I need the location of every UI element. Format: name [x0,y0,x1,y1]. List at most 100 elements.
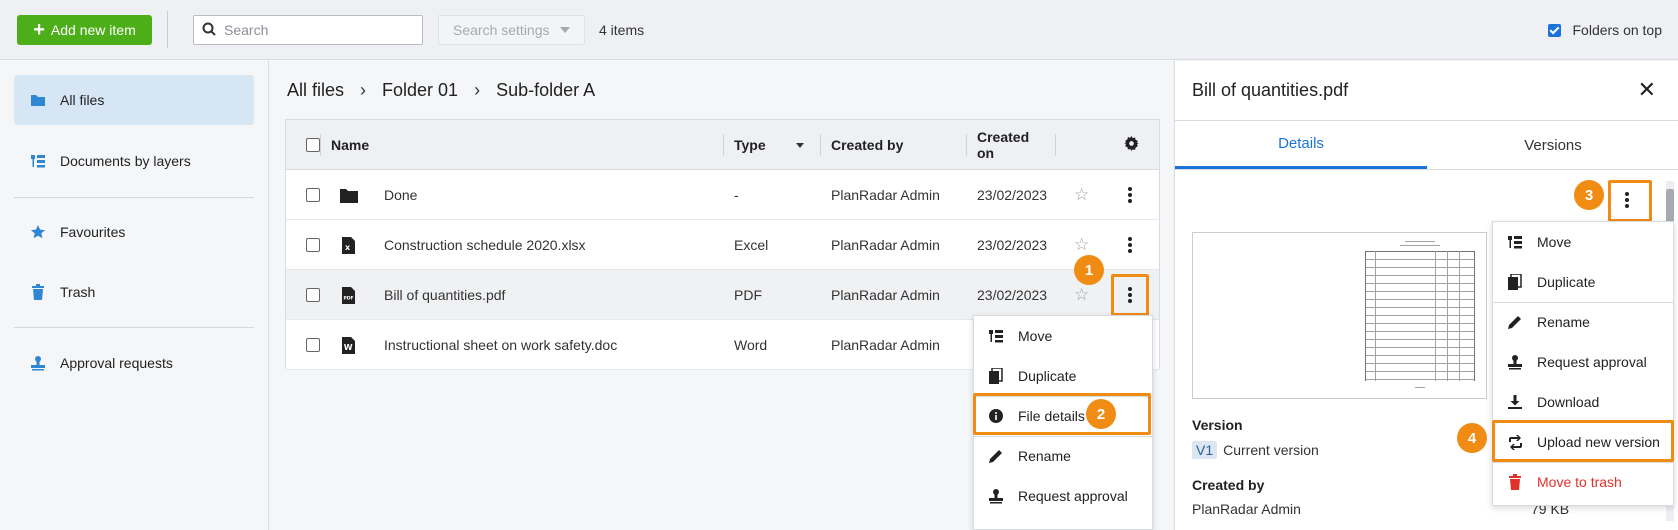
breadcrumb-item[interactable]: Folder 01 [382,80,458,101]
file-name[interactable]: Done [384,170,714,220]
sidebar-item-trash[interactable]: Trash [14,267,254,317]
table-row[interactable]: PDF Bill of quantities.pdf PDF PlanRadar… [286,270,1159,320]
file-created-by: PlanRadar Admin [831,237,940,253]
folders-on-top-label: Folders on top [1572,22,1663,38]
word-file-icon: W [342,320,362,370]
menu-item-download[interactable]: Download [1493,382,1673,422]
row-checkbox[interactable] [306,238,320,252]
pencil-icon [1507,315,1523,329]
sidebar-item-label: All files [60,92,105,108]
search-settings-label: Search settings [453,22,550,38]
file-type: Excel [734,237,769,253]
menu-item-request-approval[interactable]: Request approval [1493,342,1673,382]
row-checkbox[interactable] [306,188,320,202]
file-preview-thumbnail[interactable] [1192,232,1487,399]
sidebar-item-all-files[interactable]: All files [14,75,254,125]
menu-item-label: Duplicate [1537,274,1596,290]
breadcrumb: All files › Folder 01 › Sub-folder A [287,80,595,101]
version-badge: V1 [1192,441,1218,459]
table-row[interactable]: Done - PlanRadar Admin 23/02/2023 ☆ [286,170,1159,220]
row-checkbox-cell [306,220,320,270]
search-input[interactable]: Search [193,15,423,45]
trash-icon [30,284,46,300]
star-icon[interactable]: ☆ [1074,170,1089,220]
chevron-right-icon: › [474,80,481,100]
row-actions-button[interactable] [1112,220,1148,270]
file-name[interactable]: Bill of quantities.pdf [384,270,714,320]
sidebar-divider [14,197,254,198]
menu-item-move[interactable]: Move [1493,222,1673,262]
menu-item-request-approval[interactable]: Request approval [974,476,1152,516]
sidebar-item-label: Approval requests [60,355,173,371]
close-icon[interactable]: ✕ [1638,77,1656,103]
column-settings[interactable] [1116,120,1146,170]
svg-text:PDF: PDF [344,295,354,301]
duplicate-icon [988,368,1004,384]
row-checkbox-cell [306,170,320,220]
items-count: 4 items [599,22,645,38]
tab-details[interactable]: Details [1175,121,1427,169]
select-all-checkbox[interactable] [306,138,320,152]
file-created-by: PlanRadar Admin [831,337,940,353]
column-header-created-on[interactable]: Created on [969,120,1044,170]
table-row[interactable]: x Construction schedule 2020.xlsx Excel … [286,220,1159,270]
file-type: PDF [734,287,762,303]
file-name[interactable]: Instructional sheet on work safety.doc [384,320,714,370]
sidebar-item-documents-by-layers[interactable]: Documents by layers [14,136,254,186]
created-by-label: Created by [1192,477,1265,493]
menu-item-move-to-trash[interactable]: Move to trash [1493,462,1673,502]
stamp-icon [1507,354,1523,370]
menu-item-move[interactable]: Move [974,316,1152,356]
file-name[interactable]: Construction schedule 2020.xlsx [384,220,714,270]
chevron-right-icon: › [360,80,367,100]
row-checkbox[interactable] [306,338,320,352]
menu-item-rename[interactable]: Rename [1493,302,1673,342]
file-created-by: PlanRadar Admin [831,287,940,303]
stamp-icon [30,355,46,371]
add-new-item-button[interactable]: + Add new item [17,15,152,45]
folders-on-top-toggle[interactable]: Folders on top [1547,22,1663,38]
sidebar-item-label: Favourites [60,224,126,240]
column-divider [1055,134,1056,156]
created-by-value: PlanRadar Admin [1192,501,1301,517]
sidebar-item-approval-requests[interactable]: Approval requests [14,338,254,388]
menu-item-label: Move to trash [1537,474,1622,490]
folders-on-top-checkbox[interactable] [1547,23,1561,37]
file-created-on: 23/02/2023 [977,237,1048,253]
column-header-type[interactable]: Type [726,120,816,170]
step-badge-4: 4 [1457,423,1487,453]
column-header-name[interactable]: Name [323,120,693,170]
highlight-panel-kebab [1608,180,1652,222]
menu-item-label: Download [1537,394,1600,410]
search-placeholder: Search [224,22,269,38]
search-icon [202,22,216,39]
breadcrumb-item[interactable]: All files [287,80,344,101]
menu-item-duplicate[interactable]: Duplicate [974,356,1152,396]
top-toolbar: + Add new item Search Search settings 4 … [0,0,1678,60]
row-checkbox[interactable] [306,288,320,302]
breadcrumb-item[interactable]: Sub-folder A [496,80,595,101]
column-header-type-label: Type [734,137,766,153]
kebab-menu-icon [1112,177,1148,213]
table-header: Name Type Created by Created on [286,120,1159,170]
column-header-created-by[interactable]: Created by [823,120,953,170]
move-icon [1507,235,1523,249]
menu-item-duplicate[interactable]: Duplicate [1493,262,1673,302]
plus-icon: + [33,19,45,41]
file-created-on: 23/02/2023 [977,287,1048,303]
document-preview-image [1365,237,1475,393]
file-created-on: 23/02/2023 [977,187,1048,203]
toolbar-divider [167,11,168,48]
sidebar-item-favourites[interactable]: Favourites [14,207,254,257]
row-actions-button[interactable] [1112,170,1148,220]
search-settings-dropdown[interactable]: Search settings [438,15,585,45]
highlight-file-details [973,393,1151,435]
sort-caret-icon [795,142,804,148]
svg-text:W: W [344,343,353,352]
duplicate-icon [1507,274,1523,290]
menu-item-label: Rename [1018,448,1071,464]
menu-item-rename[interactable]: Rename [974,436,1152,476]
panel-tabs: Details Versions [1175,120,1678,170]
column-divider [320,134,321,156]
tab-versions[interactable]: Versions [1427,121,1678,169]
